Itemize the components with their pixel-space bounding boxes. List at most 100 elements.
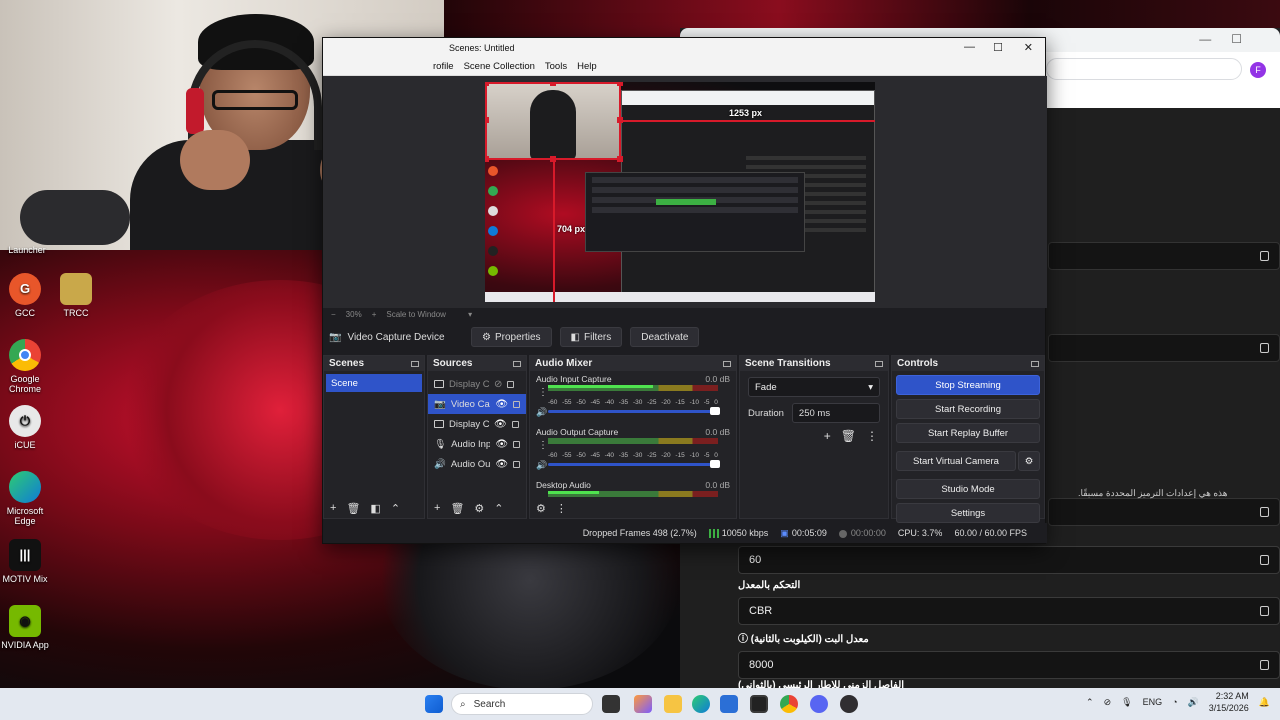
resize-handle[interactable] bbox=[485, 117, 489, 123]
microphone-icon[interactable]: 🎙 bbox=[1121, 697, 1132, 708]
preview-canvas[interactable]: 1253 px 704 px bbox=[485, 82, 875, 302]
browser-address-bar[interactable] bbox=[1046, 58, 1242, 80]
desktop-icon-icue[interactable]: ⏻ iCUE bbox=[0, 405, 52, 450]
properties-button[interactable]: ⚙ Properties bbox=[471, 327, 552, 347]
add-icon[interactable]: + bbox=[330, 502, 336, 514]
desktop-icon-launcher[interactable]: Launcher bbox=[0, 245, 54, 255]
start-recording-button[interactable]: Start Recording bbox=[896, 399, 1040, 419]
clock[interactable]: 2:32 AM 3/15/2026 bbox=[1209, 690, 1249, 714]
start-virtual-camera-button[interactable]: Start Virtual Camera bbox=[896, 451, 1016, 471]
duration-input[interactable]: 250 ms bbox=[791, 403, 880, 423]
copy-icon[interactable] bbox=[1260, 606, 1269, 616]
desktop-icon-nvidia[interactable]: ◉ NVIDIA App bbox=[0, 605, 52, 650]
source-item[interactable]: Display Ca 👁 bbox=[428, 414, 526, 434]
add-icon[interactable]: + bbox=[824, 429, 831, 443]
file-explorer-icon[interactable] bbox=[664, 695, 682, 713]
add-icon[interactable]: + bbox=[434, 502, 440, 514]
advanced-audio-icon[interactable]: ⚙ bbox=[536, 502, 546, 515]
maximize-icon[interactable]: ☐ bbox=[993, 41, 1003, 54]
language-indicator[interactable]: ENG bbox=[1143, 697, 1163, 707]
rate-control-field[interactable]: CBR bbox=[738, 597, 1280, 625]
deactivate-button[interactable]: Deactivate bbox=[630, 327, 700, 347]
studio-mode-button[interactable]: Studio Mode bbox=[896, 479, 1040, 499]
undock-icon[interactable] bbox=[723, 360, 731, 367]
minimize-icon[interactable]: — bbox=[964, 41, 975, 53]
speaker-icon[interactable]: 🔊 bbox=[536, 460, 547, 471]
wifi-icon[interactable]: ◔ bbox=[1172, 697, 1177, 707]
settings-field-c[interactable] bbox=[1048, 498, 1280, 526]
browser-window-controls[interactable]: —☐ bbox=[1199, 32, 1262, 46]
resize-handle[interactable] bbox=[617, 82, 623, 86]
volume-slider[interactable] bbox=[548, 460, 720, 468]
undock-icon[interactable] bbox=[875, 360, 883, 367]
trash-icon[interactable]: 🗑 bbox=[841, 429, 856, 443]
copy-icon[interactable] bbox=[1260, 555, 1269, 565]
source-item[interactable]: 🔊 Audio Out 👁 bbox=[428, 454, 526, 474]
copy-icon[interactable] bbox=[1260, 251, 1269, 261]
gear-icon[interactable]: ⚙ bbox=[474, 502, 484, 515]
store-icon[interactable] bbox=[720, 695, 738, 713]
source-item[interactable]: 📷 Video Cap 👁 bbox=[428, 394, 526, 414]
desktop-icon-edge[interactable]: Microsoft Edge bbox=[0, 471, 52, 526]
source-item[interactable]: Display Ca ⊘ bbox=[428, 374, 526, 394]
resize-handle[interactable] bbox=[485, 156, 489, 162]
epic-games-icon[interactable] bbox=[750, 695, 768, 713]
undock-icon[interactable] bbox=[513, 360, 521, 367]
lock-icon[interactable] bbox=[513, 440, 520, 448]
settings-field-a[interactable] bbox=[1048, 242, 1280, 270]
eye-icon[interactable]: 👁 bbox=[494, 419, 507, 430]
eye-hidden-icon[interactable]: ⊘ bbox=[494, 379, 502, 390]
transition-select[interactable]: Fade ▾ bbox=[748, 377, 880, 397]
start-replay-buffer-button[interactable]: Start Replay Buffer bbox=[896, 423, 1040, 443]
more-icon[interactable]: ⋮ bbox=[556, 502, 567, 515]
edge-icon[interactable] bbox=[692, 695, 710, 713]
resize-handle[interactable] bbox=[550, 82, 556, 86]
preview-area[interactable]: 1253 px 704 px bbox=[323, 76, 1047, 308]
zoom-in-button[interactable]: + bbox=[372, 310, 377, 319]
volume-icon[interactable]: 🔊 bbox=[1188, 697, 1199, 708]
more-icon[interactable]: ⋮ bbox=[866, 429, 878, 443]
profile-avatar[interactable]: F bbox=[1250, 62, 1266, 78]
eye-icon[interactable]: 👁 bbox=[495, 439, 508, 450]
lock-icon[interactable] bbox=[513, 400, 520, 408]
copy-icon[interactable] bbox=[1260, 660, 1269, 670]
zoom-out-button[interactable]: − bbox=[331, 310, 336, 319]
start-icon[interactable] bbox=[425, 695, 443, 713]
scale-mode-select[interactable]: Scale to Window ▾ bbox=[386, 310, 472, 319]
chevron-up-icon[interactable]: ⌃ bbox=[1086, 697, 1094, 708]
lock-icon[interactable] bbox=[507, 380, 515, 388]
settings-button[interactable]: Settings bbox=[896, 503, 1040, 523]
scene-item[interactable]: Scene bbox=[326, 374, 422, 392]
menu-help[interactable]: Help bbox=[577, 61, 597, 72]
chrome-icon[interactable] bbox=[780, 695, 798, 713]
bitrate-field[interactable]: 8000 bbox=[738, 651, 1280, 679]
source-item[interactable]: 🎙 Audio Inp 👁 bbox=[428, 434, 526, 454]
volume-slider[interactable] bbox=[548, 407, 720, 415]
virtual-camera-settings-button[interactable]: ⚙ bbox=[1018, 451, 1040, 471]
filters-button[interactable]: ◧ Filters bbox=[559, 327, 623, 347]
notifications-icon[interactable]: 🔔 bbox=[1259, 697, 1270, 708]
stop-streaming-button[interactable]: Stop Streaming bbox=[896, 375, 1040, 395]
taskbar-search[interactable]: ⌕ Search bbox=[451, 693, 593, 715]
settings-field-b[interactable] bbox=[1048, 334, 1280, 362]
close-icon[interactable]: ✕ bbox=[1024, 41, 1033, 54]
eye-icon[interactable]: 👁 bbox=[495, 399, 508, 410]
channel-menu-icon[interactable]: ⋮ bbox=[538, 440, 548, 451]
resize-handle[interactable] bbox=[617, 156, 623, 162]
speaker-icon[interactable]: 🔊 bbox=[536, 407, 547, 418]
chevron-up-icon[interactable]: ⌃ bbox=[391, 502, 400, 515]
menu-profile[interactable]: rofile bbox=[433, 61, 454, 72]
obs-icon[interactable] bbox=[840, 695, 858, 713]
desktop-icon-motiv[interactable]: ||| MOTIV Mix bbox=[0, 539, 52, 584]
fps-field[interactable]: 60 bbox=[738, 546, 1280, 574]
eye-icon[interactable]: 👁 bbox=[495, 459, 508, 470]
discord-icon[interactable] bbox=[810, 695, 828, 713]
lock-icon[interactable] bbox=[511, 420, 519, 428]
menu-tools[interactable]: Tools bbox=[545, 61, 567, 72]
copy-icon[interactable] bbox=[1260, 507, 1269, 517]
lock-icon[interactable] bbox=[513, 460, 520, 468]
menu-scene-collection[interactable]: Scene Collection bbox=[464, 61, 535, 72]
desktop-icon-chrome[interactable]: Google Chrome bbox=[0, 339, 52, 394]
chevron-up-icon[interactable]: ⌃ bbox=[494, 502, 503, 515]
filters-icon[interactable]: ◧ bbox=[370, 502, 380, 515]
